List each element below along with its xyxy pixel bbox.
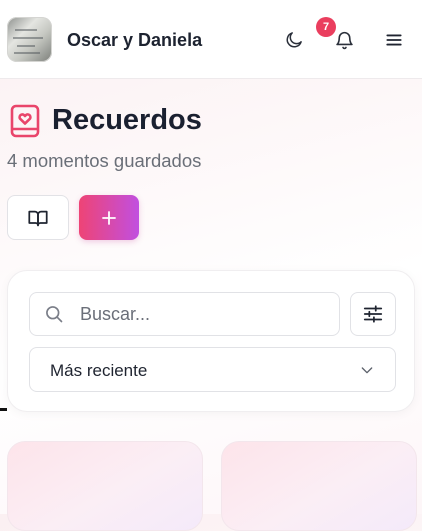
sort-select[interactable]: Más reciente <box>29 347 396 392</box>
app-header: Oscar y Daniela 7 <box>0 0 422 79</box>
menu-icon <box>386 34 402 46</box>
page-title: Recuerdos <box>52 104 202 136</box>
memory-card[interactable] <box>7 441 203 531</box>
notification-badge: 7 <box>316 17 336 37</box>
sort-selected-label: Más reciente <box>50 361 148 380</box>
heart-book-icon <box>10 104 40 138</box>
filters-button[interactable] <box>350 292 396 336</box>
album-view-button[interactable] <box>7 195 69 240</box>
search-input[interactable] <box>80 293 330 335</box>
sliders-icon <box>363 305 383 323</box>
memory-card[interactable] <box>221 441 417 531</box>
moon-icon <box>286 32 302 48</box>
memories-count: 4 momentos guardados <box>7 150 202 171</box>
menu-button[interactable] <box>380 26 408 54</box>
app-title: Oscar y Daniela <box>67 30 203 50</box>
open-book-icon <box>28 210 48 226</box>
search-box[interactable] <box>29 292 340 336</box>
chevron-down-icon <box>361 367 373 374</box>
add-memory-button[interactable] <box>79 195 139 240</box>
search-icon <box>46 306 63 323</box>
avatar[interactable] <box>7 17 52 62</box>
theme-toggle-button[interactable] <box>280 26 308 54</box>
filter-card: Más reciente <box>7 270 415 412</box>
plus-icon <box>102 210 116 225</box>
scroll-indicator <box>0 408 7 411</box>
bell-icon <box>335 31 353 49</box>
